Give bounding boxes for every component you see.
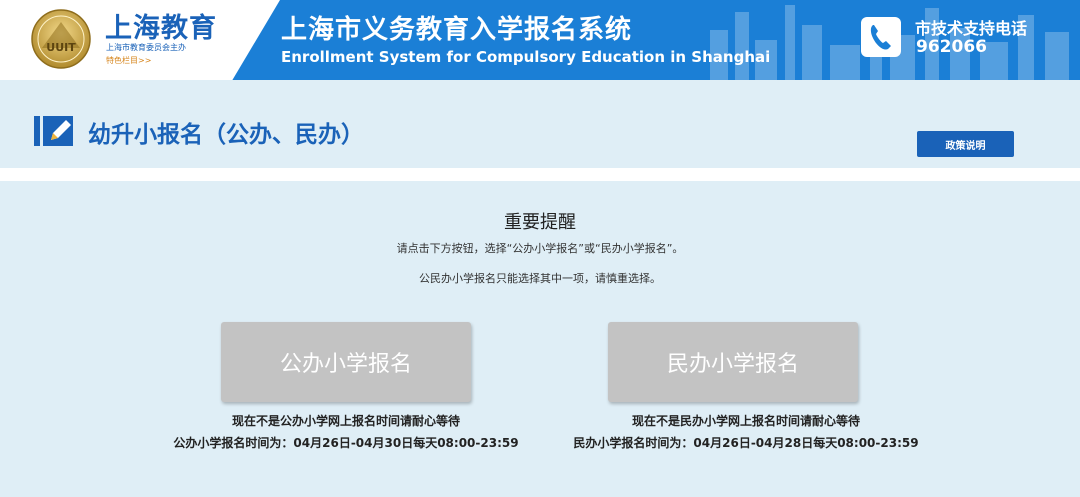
logo-subtitle: 上海市教育委员会主办 — [106, 43, 186, 52]
page-title: 幼升小报名（公办、民办） — [88, 122, 364, 148]
notice-instruction-line: 请点击下方按钮，选择“公办小学报名”或“民办小学报名”。 — [396, 242, 684, 255]
featured-columns-link[interactable]: 特色栏目>> — [106, 55, 151, 66]
policy-description-button[interactable]: 政策说明 — [917, 131, 1014, 157]
system-subtitle: Enrollment System for Compulsory Educati… — [281, 48, 771, 66]
notice-warning-line: 公民办小学报名只能选择其中一项，请慎重选择。 — [419, 272, 661, 285]
tech-support-label: 市技术支持电话 — [915, 19, 1028, 38]
logo-title: 上海教育 — [105, 13, 217, 44]
phone-icon — [861, 17, 901, 57]
public-school-schedule-text: 公办小学报名时间为：04月26日-04月30日每天08:00-23:59 — [173, 436, 519, 450]
public-school-enroll-button[interactable]: 公办小学报名 — [221, 322, 471, 402]
edit-icon — [34, 116, 73, 146]
education-emblem-logo: UUIT — [31, 9, 91, 69]
important-notice-title: 重要提醒 — [504, 212, 576, 233]
private-school-status-text: 现在不是民办小学网上报名时间请耐心等待 — [631, 414, 860, 428]
system-title: 上海市义务教育入学报名系统 — [281, 15, 633, 45]
private-school-schedule-text: 民办小学报名时间为：04月26日-04月28日每天08:00-23:59 — [573, 436, 919, 450]
public-school-status-text: 现在不是公办小学网上报名时间请耐心等待 — [231, 414, 460, 428]
private-school-enroll-button[interactable]: 民办小学报名 — [608, 322, 858, 402]
tech-support-number: 962066 — [916, 37, 987, 57]
emblem-text: UUIT — [46, 41, 76, 54]
